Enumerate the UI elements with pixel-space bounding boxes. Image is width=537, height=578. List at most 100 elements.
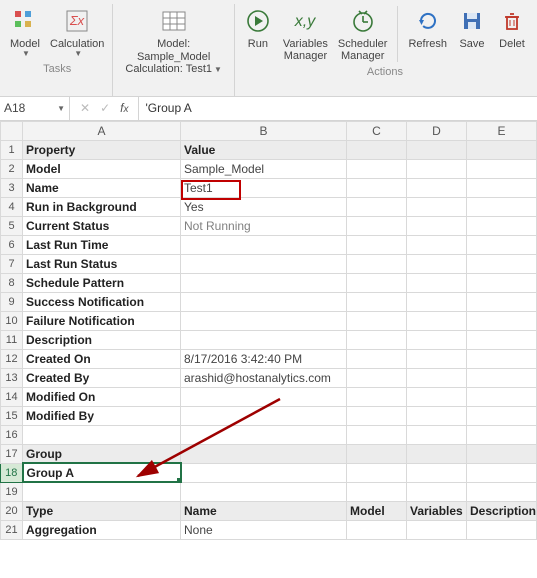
cell[interactable]: [407, 520, 467, 539]
cell[interactable]: Group: [23, 444, 181, 463]
cell[interactable]: [181, 463, 347, 482]
row-header[interactable]: 16: [1, 425, 23, 444]
grid-table[interactable]: A B C D E 1PropertyValue2ModelSample_Mod…: [0, 121, 537, 540]
col-header-B[interactable]: B: [181, 121, 347, 140]
cell[interactable]: [347, 140, 407, 159]
cell[interactable]: [347, 197, 407, 216]
cell[interactable]: [467, 425, 537, 444]
row-header[interactable]: 15: [1, 406, 23, 425]
fx-icon[interactable]: fx: [120, 101, 128, 115]
cell[interactable]: [407, 425, 467, 444]
cell[interactable]: [467, 444, 537, 463]
cell[interactable]: arashid@hostanalytics.com: [181, 368, 347, 387]
row-header[interactable]: 5: [1, 216, 23, 235]
cell[interactable]: [407, 159, 467, 178]
row-header[interactable]: 9: [1, 292, 23, 311]
row-header[interactable]: 8: [1, 273, 23, 292]
cell[interactable]: [407, 197, 467, 216]
row-header[interactable]: 4: [1, 197, 23, 216]
cell[interactable]: [407, 406, 467, 425]
cell[interactable]: [467, 349, 537, 368]
cell[interactable]: [23, 425, 181, 444]
cell[interactable]: [407, 463, 467, 482]
cell[interactable]: [181, 387, 347, 406]
cell[interactable]: 8/17/2016 3:42:40 PM: [181, 349, 347, 368]
cell[interactable]: [407, 387, 467, 406]
select-all-corner[interactable]: [1, 121, 23, 140]
cell[interactable]: Failure Notification: [23, 311, 181, 330]
cell[interactable]: Variables: [407, 501, 467, 520]
cell[interactable]: Last Run Status: [23, 254, 181, 273]
cell[interactable]: [467, 311, 537, 330]
cell[interactable]: Test1: [181, 178, 347, 197]
cell[interactable]: [347, 292, 407, 311]
scheduler-manager-button[interactable]: Scheduler Manager: [336, 4, 390, 64]
cell[interactable]: Yes: [181, 197, 347, 216]
cell[interactable]: [347, 463, 407, 482]
row-header[interactable]: 10: [1, 311, 23, 330]
cell[interactable]: [181, 311, 347, 330]
row-header[interactable]: 6: [1, 235, 23, 254]
formula-input[interactable]: 'Group A: [139, 101, 537, 115]
cell[interactable]: Created By: [23, 368, 181, 387]
name-box[interactable]: A18 ▼: [0, 97, 70, 120]
cell[interactable]: [347, 482, 407, 501]
cell[interactable]: [407, 444, 467, 463]
cell[interactable]: [407, 368, 467, 387]
row-header[interactable]: 20: [1, 501, 23, 520]
cell[interactable]: [467, 463, 537, 482]
cell[interactable]: [467, 197, 537, 216]
cell[interactable]: [467, 159, 537, 178]
cell[interactable]: Description: [23, 330, 181, 349]
cell[interactable]: Success Notification: [23, 292, 181, 311]
cell[interactable]: Schedule Pattern: [23, 273, 181, 292]
cell[interactable]: Not Running: [181, 216, 347, 235]
run-button[interactable]: Run: [241, 4, 275, 64]
cell[interactable]: [407, 216, 467, 235]
cell[interactable]: [347, 425, 407, 444]
save-button[interactable]: Save: [455, 4, 489, 64]
cell[interactable]: [347, 368, 407, 387]
row-header[interactable]: 21: [1, 520, 23, 539]
cell[interactable]: Aggregation: [23, 520, 181, 539]
cell[interactable]: [181, 330, 347, 349]
cell[interactable]: [467, 482, 537, 501]
row-header[interactable]: 19: [1, 482, 23, 501]
cell[interactable]: [407, 235, 467, 254]
cell[interactable]: [181, 425, 347, 444]
cell[interactable]: [407, 311, 467, 330]
cell[interactable]: Current Status: [23, 216, 181, 235]
cell[interactable]: [23, 482, 181, 501]
row-header[interactable]: 12: [1, 349, 23, 368]
cell[interactable]: [467, 216, 537, 235]
cell[interactable]: [407, 254, 467, 273]
cell[interactable]: [347, 311, 407, 330]
cell[interactable]: Name: [181, 501, 347, 520]
cell[interactable]: [407, 349, 467, 368]
cell[interactable]: Modified By: [23, 406, 181, 425]
cell[interactable]: [467, 292, 537, 311]
cell[interactable]: None: [181, 520, 347, 539]
cell[interactable]: [347, 349, 407, 368]
row-header[interactable]: 3: [1, 178, 23, 197]
row-header[interactable]: 18: [1, 463, 23, 482]
row-header[interactable]: 11: [1, 330, 23, 349]
cell[interactable]: [347, 330, 407, 349]
cell[interactable]: [181, 406, 347, 425]
cell[interactable]: [347, 273, 407, 292]
enter-icon[interactable]: ✓: [100, 101, 110, 115]
cell[interactable]: Model: [347, 501, 407, 520]
cell[interactable]: Run in Background: [23, 197, 181, 216]
cell[interactable]: [407, 482, 467, 501]
cell[interactable]: [407, 140, 467, 159]
cell[interactable]: [347, 235, 407, 254]
variables-manager-button[interactable]: x,y Variables Manager: [281, 4, 330, 64]
model-calc-picker[interactable]: Model: Sample_Model Calculation: Test1▼: [119, 4, 227, 78]
refresh-button[interactable]: Refresh: [406, 4, 449, 64]
col-header-D[interactable]: D: [407, 121, 467, 140]
cell[interactable]: Property: [23, 140, 181, 159]
cell[interactable]: [467, 273, 537, 292]
cell[interactable]: [467, 140, 537, 159]
cell[interactable]: [407, 273, 467, 292]
cell[interactable]: [467, 235, 537, 254]
